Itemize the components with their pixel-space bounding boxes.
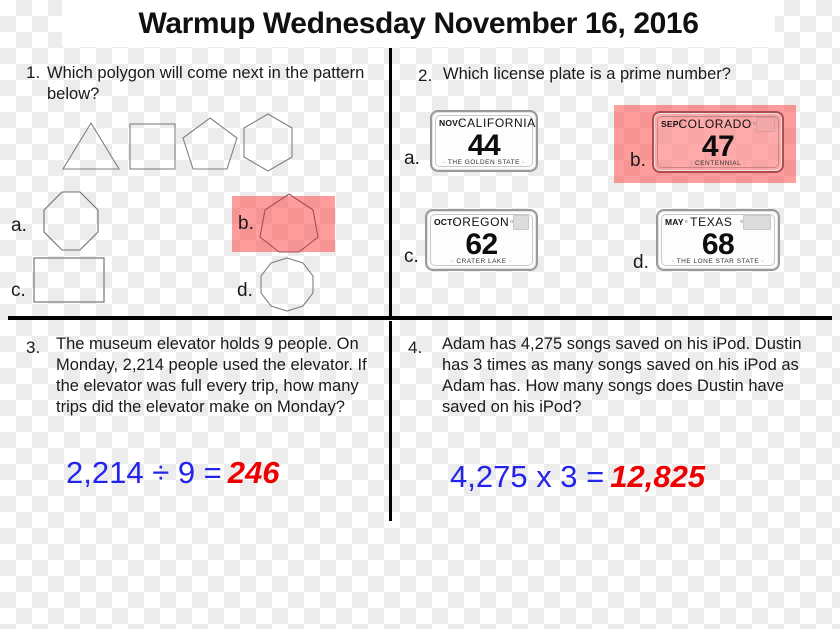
plate-a-slogan-dot-left: ◦ xyxy=(443,160,446,166)
question-2-text: Which license plate is a prime number? xyxy=(443,65,731,83)
vertical-divider-bottom xyxy=(389,321,392,521)
plate-b-slogan-dot-left: ◦ xyxy=(690,161,693,167)
plate-d-slogan-row: ◦ THE LONE STAR STATE ◦ xyxy=(658,258,778,265)
worksheet-page: Warmup Wednesday November 16, 2016 1. Wh… xyxy=(0,0,840,629)
pattern-shape-square xyxy=(128,120,178,172)
option-a-shape-octagon[interactable] xyxy=(40,190,102,252)
plate-a-month: NOV xyxy=(439,118,459,128)
page-title: Warmup Wednesday November 16, 2016 xyxy=(138,7,699,40)
horizontal-divider xyxy=(8,316,832,320)
plate-b-slogan-row: ◦ CENTENNIAL ◦ xyxy=(654,160,782,167)
pattern-shape-triangle xyxy=(60,120,122,172)
plate-a-state: CALIFORNIA xyxy=(457,116,536,130)
plate-a-slogan-dot-right: ◦ xyxy=(522,160,525,166)
question-3-answer: 246 xyxy=(227,455,280,490)
question-4-answer: 12,825 xyxy=(610,459,706,494)
question-4-expression: 4,275 x 3 = xyxy=(450,459,605,494)
option-d-shape-nonagon[interactable] xyxy=(258,256,316,314)
plate-b-slogan-dot-right: ◦ xyxy=(743,161,746,167)
plate-a-slogan: THE GOLDEN STATE xyxy=(447,159,520,166)
plate-d-month: MAY xyxy=(665,217,684,227)
pattern-shape-hexagon xyxy=(240,112,296,174)
plate-d-label: d. xyxy=(633,252,649,273)
plate-c-top-row: OCT o OREGON o xyxy=(427,214,536,230)
plate-d-slogan-dot-left: ◦ xyxy=(671,259,675,265)
plate-b-month: SEP xyxy=(661,119,679,129)
plate-option-a-california[interactable]: NOV o CALIFORNIA o 44 ◦ THE GOLDEN STATE… xyxy=(430,110,538,172)
question-4-text: Adam has 4,275 songs saved on his iPod. … xyxy=(442,335,802,416)
plate-a-dot-right: o xyxy=(537,120,538,126)
plate-c-month: OCT xyxy=(434,217,453,227)
question-1-text: Which polygon will come next in the patt… xyxy=(47,64,365,103)
plate-b-label: b. xyxy=(630,150,646,171)
plate-option-d-texas[interactable]: MAY o TEXAS o 68 ◦ THE LONE STAR STATE ◦ xyxy=(656,209,780,271)
plate-d-top-row: MAY o TEXAS o xyxy=(658,214,778,230)
plate-c-number: 62 xyxy=(465,228,498,261)
question-1-number: 1. xyxy=(26,63,41,82)
plate-b-top-row: SEP o COLORADO o xyxy=(654,116,782,132)
plate-b-state: COLORADO xyxy=(678,117,752,131)
option-a-label: a. xyxy=(11,215,27,236)
question-4-equation: 4,275 x 3 = 12,825 xyxy=(450,459,705,495)
option-c-label: c. xyxy=(11,280,26,301)
option-c-shape-rectangle[interactable] xyxy=(32,256,106,306)
question-3-text: The museum elevator holds 9 people. On M… xyxy=(56,335,367,416)
plate-d-slogan: THE LONE STAR STATE xyxy=(676,258,760,265)
question-2-number: 2. xyxy=(418,66,433,85)
option-b-shape-heptagon[interactable] xyxy=(258,192,320,254)
plate-c-state: OREGON xyxy=(452,215,510,229)
plate-a-label: a. xyxy=(404,148,420,169)
plate-b-number: 47 xyxy=(701,130,735,163)
plate-a-slogan-row: ◦ THE GOLDEN STATE ◦ xyxy=(432,159,536,166)
plate-a-number: 44 xyxy=(467,129,501,162)
plate-b-slogan: CENTENNIAL xyxy=(695,160,741,167)
plate-c-slogan: CRATER LAKE xyxy=(456,258,507,265)
plate-c-slogan-row: ◦ CRATER LAKE ◦ xyxy=(427,258,536,265)
plate-option-c-oregon[interactable]: OCT o OREGON o 62 ◦ CRATER LAKE ◦ xyxy=(425,209,538,271)
question-3-expression: 2,214 ÷ 9 = xyxy=(66,455,222,490)
pattern-shape-pentagon xyxy=(180,115,240,173)
plate-option-b-colorado[interactable]: SEP o COLORADO o 47 ◦ CENTENNIAL ◦ xyxy=(652,111,784,173)
question-3-number: 3. xyxy=(26,338,41,357)
vertical-divider-top xyxy=(389,48,392,318)
plate-c-label: c. xyxy=(404,246,419,267)
plate-d-slogan-dot-right: ◦ xyxy=(761,259,765,265)
plate-a-top-row: NOV o CALIFORNIA o xyxy=(432,116,536,130)
option-b-label: b. xyxy=(238,213,254,234)
question-3-equation: 2,214 ÷ 9 = 246 xyxy=(66,455,280,491)
plate-c-slogan-dot-left: ◦ xyxy=(451,259,455,265)
question-4-number: 4. xyxy=(408,338,423,357)
plate-c-slogan-dot-right: ◦ xyxy=(508,259,512,265)
option-d-label: d. xyxy=(237,280,253,301)
plate-d-state: TEXAS xyxy=(690,215,733,229)
plate-d-number: 68 xyxy=(701,228,735,261)
